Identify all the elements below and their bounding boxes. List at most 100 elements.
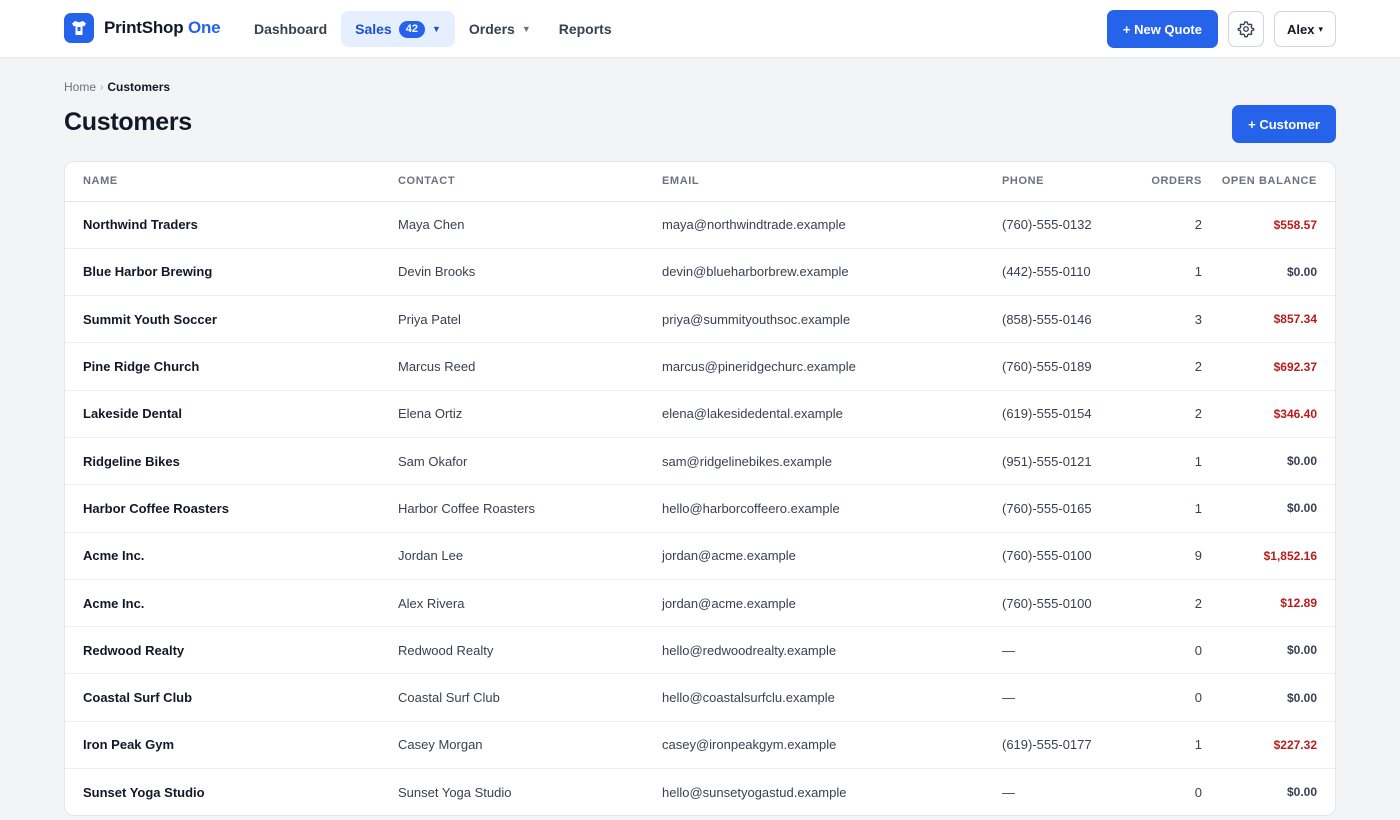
- table-row[interactable]: Coastal Surf Club Coastal Surf Club hello@…: [65, 673, 1335, 722]
- customer-contact: Casey Morgan: [398, 721, 662, 770]
- customer-phone: (442)-555-0110: [1002, 248, 1126, 297]
- customer-email: hello@redwoodrealty.example: [662, 626, 1002, 675]
- page-title: Customers: [64, 108, 192, 136]
- customer-contact: Jordan Lee: [398, 532, 662, 580]
- customer-phone: (619)-555-0154: [1002, 390, 1126, 438]
- customer-phone: —: [1002, 626, 1126, 675]
- customer-email: maya@northwindtrade.example: [662, 201, 1002, 249]
- customer-email: elena@lakesidedental.example: [662, 390, 1002, 438]
- nav-dashboard-label: Dashboard: [254, 21, 328, 37]
- table-row[interactable]: Acme Inc. Jordan Lee jordan@acme.example (7…: [65, 532, 1335, 580]
- column-header-email[interactable]: Email: [662, 162, 1002, 202]
- table-row[interactable]: Iron Peak Gym Casey Morgan casey@ironpeakg…: [65, 721, 1335, 770]
- customer-name: Summit Youth Soccer: [65, 295, 398, 344]
- user-menu-button[interactable]: Alex ▾: [1274, 11, 1336, 47]
- customer-open-balance: $1,852.16: [1202, 532, 1335, 580]
- main-nav: Dashboard Sales 42 ▼ Orders ▼ Reports: [240, 11, 626, 47]
- table-row[interactable]: Harbor Coffee Roasters Harbor Coffee Roas…: [65, 484, 1335, 533]
- breadcrumb-current: Customers: [107, 80, 171, 94]
- customer-email: priya@summityouthsoc.example: [662, 295, 1002, 344]
- customer-open-balance: $0.00: [1202, 248, 1335, 297]
- column-header-contact[interactable]: Contact: [398, 162, 662, 202]
- customer-orders: 1: [1126, 437, 1202, 486]
- table-row[interactable]: Lakeside Dental Elena Ortiz elena@lakeside…: [65, 390, 1335, 438]
- nav-sales[interactable]: Sales 42 ▼: [341, 11, 455, 47]
- customer-open-balance: $0.00: [1202, 673, 1335, 722]
- nav-dashboard[interactable]: Dashboard: [240, 11, 341, 47]
- customer-orders: 9: [1126, 532, 1202, 580]
- customer-name: Pine Ridge Church: [65, 342, 398, 391]
- customer-name: Harbor Coffee Roasters: [65, 484, 398, 533]
- brand[interactable]: PrintShop One: [64, 13, 221, 43]
- customer-orders: 2: [1126, 342, 1202, 391]
- brand-name: PrintShop One: [104, 18, 221, 37]
- customer-contact: Priya Patel: [398, 295, 662, 344]
- column-header-phone[interactable]: Phone: [1002, 162, 1126, 202]
- table-row[interactable]: Northwind Traders Maya Chen maya@northwind…: [65, 201, 1335, 249]
- table-row[interactable]: Ridgeline Bikes Sam Okafor sam@ridgelinebi…: [65, 437, 1335, 486]
- nav-orders-label: Orders: [468, 21, 515, 37]
- table-row[interactable]: Acme Inc. Alex Rivera jordan@acme.example(…: [65, 579, 1335, 628]
- customer-contact: Maya Chen: [398, 201, 662, 249]
- customer-phone: —: [1002, 784, 1015, 800]
- customer-phone: (760)-555-0189: [1002, 342, 1126, 391]
- tshirt-logo-icon: [64, 13, 94, 43]
- customer-contact: Redwood Realty: [398, 626, 662, 675]
- customer-open-balance: $857.34: [1202, 295, 1335, 344]
- customer-email: devin@blueharborbrew.example: [662, 248, 1002, 297]
- table-row[interactable]: Pine Ridge Church Marcus Reed marcus@piner…: [65, 342, 1335, 391]
- chevron-right-icon: ›: [100, 81, 104, 93]
- column-header-open-balance[interactable]: Open Balance: [1202, 162, 1335, 202]
- top-actions: + New Quote Alex ▾: [1106, 10, 1336, 48]
- table-row[interactable]: Blue Harbor Brewing Devin Brooks devin@blu…: [65, 248, 1335, 297]
- new-quote-button[interactable]: + New Quote: [1106, 10, 1218, 48]
- customer-orders: 1: [1126, 484, 1202, 533]
- customer-contact: Sunset Yoga Studio: [398, 784, 512, 800]
- customer-name: Iron Peak Gym: [65, 721, 398, 770]
- customer-phone: (760)-555-0132: [1002, 201, 1126, 249]
- customer-email: casey@ironpeakgym.example: [662, 721, 1002, 770]
- settings-button[interactable]: [1228, 11, 1264, 47]
- customer-phone: (951)-555-0121: [1002, 437, 1126, 486]
- table-row[interactable]: Sunset Yoga Studio Sunset Yoga Studio hell…: [65, 769, 1335, 815]
- sales-count-badge: 42: [398, 20, 425, 38]
- breadcrumb-home[interactable]: Home: [64, 80, 96, 94]
- customer-phone: (619)-555-0177: [1002, 721, 1126, 770]
- customer-open-balance: $0.00: [1202, 626, 1335, 675]
- customer-phone: —: [1002, 673, 1126, 722]
- customer-contact: Elena Ortiz: [398, 390, 662, 438]
- customer-phone: (760)-555-0165: [1002, 484, 1126, 533]
- caret-down-icon: ▾: [1318, 23, 1323, 34]
- customer-name: Acme Inc.: [65, 579, 398, 628]
- customer-orders: 2: [1126, 390, 1202, 438]
- customer-email: marcus@pineridgechurc.example: [662, 342, 1002, 391]
- customer-orders: 3: [1126, 295, 1202, 344]
- user-name: Alex: [1287, 21, 1315, 37]
- customer-open-balance: $558.57: [1202, 201, 1335, 249]
- customer-contact: Coastal Surf Club: [398, 673, 662, 722]
- gear-icon: [1237, 21, 1255, 38]
- table-row[interactable]: Summit Youth Soccer Priya Patel priya@summ…: [65, 295, 1335, 344]
- customer-contact: Sam Okafor: [398, 437, 662, 486]
- nav-orders[interactable]: Orders ▼: [455, 11, 545, 47]
- customer-phone: (760)-555-0100: [1002, 579, 1126, 628]
- customer-email: hello@harborcoffeero.example: [662, 484, 1002, 533]
- nav-reports[interactable]: Reports: [545, 11, 626, 47]
- customer-contact: Devin Brooks: [398, 248, 662, 297]
- customer-contact: Alex Rivera: [398, 579, 662, 628]
- column-header-name[interactable]: Name: [65, 162, 398, 202]
- customer-open-balance: $12.89: [1202, 579, 1335, 628]
- customer-orders: 0: [1126, 673, 1202, 722]
- table-body: Northwind Traders Maya Chen maya@northwind…: [65, 201, 1335, 815]
- customer-name: Coastal Surf Club: [65, 673, 398, 722]
- add-customer-button[interactable]: + Customer: [1232, 105, 1336, 143]
- customer-phone: (760)-555-0100: [1002, 532, 1126, 580]
- table-row[interactable]: Redwood Realty Redwood Realty hello@redwoo…: [65, 626, 1335, 675]
- top-bar: PrintShop One Dashboard Sales 42 ▼ Order…: [0, 0, 1400, 58]
- column-header-orders[interactable]: Orders: [1126, 162, 1202, 202]
- nav-reports-label: Reports: [558, 21, 612, 37]
- customer-orders: 0: [1194, 784, 1202, 800]
- customer-name: Blue Harbor Brewing: [65, 248, 398, 297]
- customer-open-balance: $692.37: [1202, 342, 1335, 391]
- customer-email: sam@ridgelinebikes.example: [662, 437, 1002, 486]
